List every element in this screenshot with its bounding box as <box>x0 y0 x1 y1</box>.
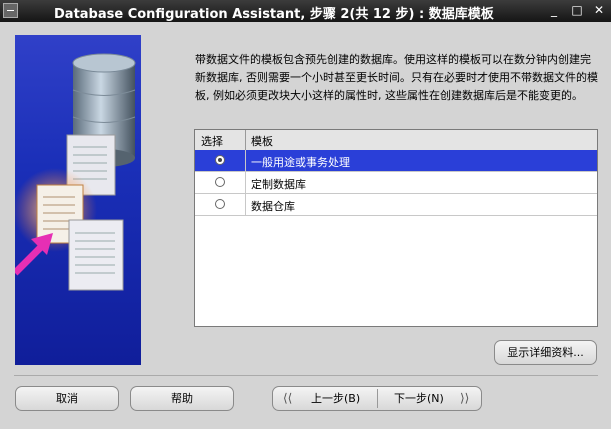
radio-button[interactable] <box>215 177 225 187</box>
maximize-icon[interactable]: □ <box>568 2 586 19</box>
cell-divider <box>245 194 246 216</box>
template-description: 带数据文件的模板包含预先创建的数据库。使用这样的模板可以在数分钟内创建完新数据库… <box>195 53 598 102</box>
close-icon[interactable]: ✕ <box>590 2 608 19</box>
window-titlebar: Database Configuration Assistant, 步骤 2(共… <box>0 0 611 22</box>
database-documents-illustration <box>15 53 136 291</box>
radio-button[interactable] <box>215 199 225 209</box>
button-bar-divider <box>14 375 598 376</box>
cell-divider <box>245 150 246 172</box>
column-header-select: 选择 <box>201 135 223 148</box>
table-row[interactable]: 数据仓库 <box>195 194 597 216</box>
navigation-button-group: ⟨⟨ 上一步(B) 下一步(N) ⟩⟩ <box>272 386 482 411</box>
arrow-icon <box>15 233 53 276</box>
minimize-icon[interactable]: _ <box>545 2 563 19</box>
help-button[interactable]: 帮助 <box>130 386 234 411</box>
cell-divider <box>245 172 246 194</box>
document-stack-icon <box>68 219 124 291</box>
column-divider[interactable] <box>245 130 246 150</box>
table-row[interactable]: 定制数据库 <box>195 172 597 194</box>
template-label: 一般用途或事务处理 <box>251 156 350 169</box>
window-title: Database Configuration Assistant, 步骤 2(共… <box>54 7 494 22</box>
cancel-button[interactable]: 取消 <box>15 386 119 411</box>
wizard-illustration <box>15 35 141 365</box>
table-row[interactable]: 一般用途或事务处理 <box>195 150 597 172</box>
show-details-button[interactable]: 显示详细资料... <box>494 340 597 365</box>
window-menu-icon[interactable] <box>3 3 18 18</box>
table-header: 选择 模板 <box>195 130 597 151</box>
double-chevron-right-icon: ⟩⟩ <box>460 391 470 405</box>
next-button-label: 下一步(N) <box>394 392 444 405</box>
template-table: 选择 模板 一般用途或事务处理 定制数据库 数据仓库 <box>194 129 598 327</box>
template-label: 数据仓库 <box>251 200 295 213</box>
double-chevron-left-icon: ⟨⟨ <box>283 391 293 405</box>
radio-button[interactable] <box>215 155 225 165</box>
template-label: 定制数据库 <box>251 178 306 191</box>
next-button[interactable]: 下一步(N) ⟩⟩ <box>378 387 481 410</box>
back-button[interactable]: ⟨⟨ 上一步(B) <box>273 387 377 410</box>
column-header-template: 模板 <box>251 135 273 148</box>
back-button-label: 上一步(B) <box>311 392 361 405</box>
